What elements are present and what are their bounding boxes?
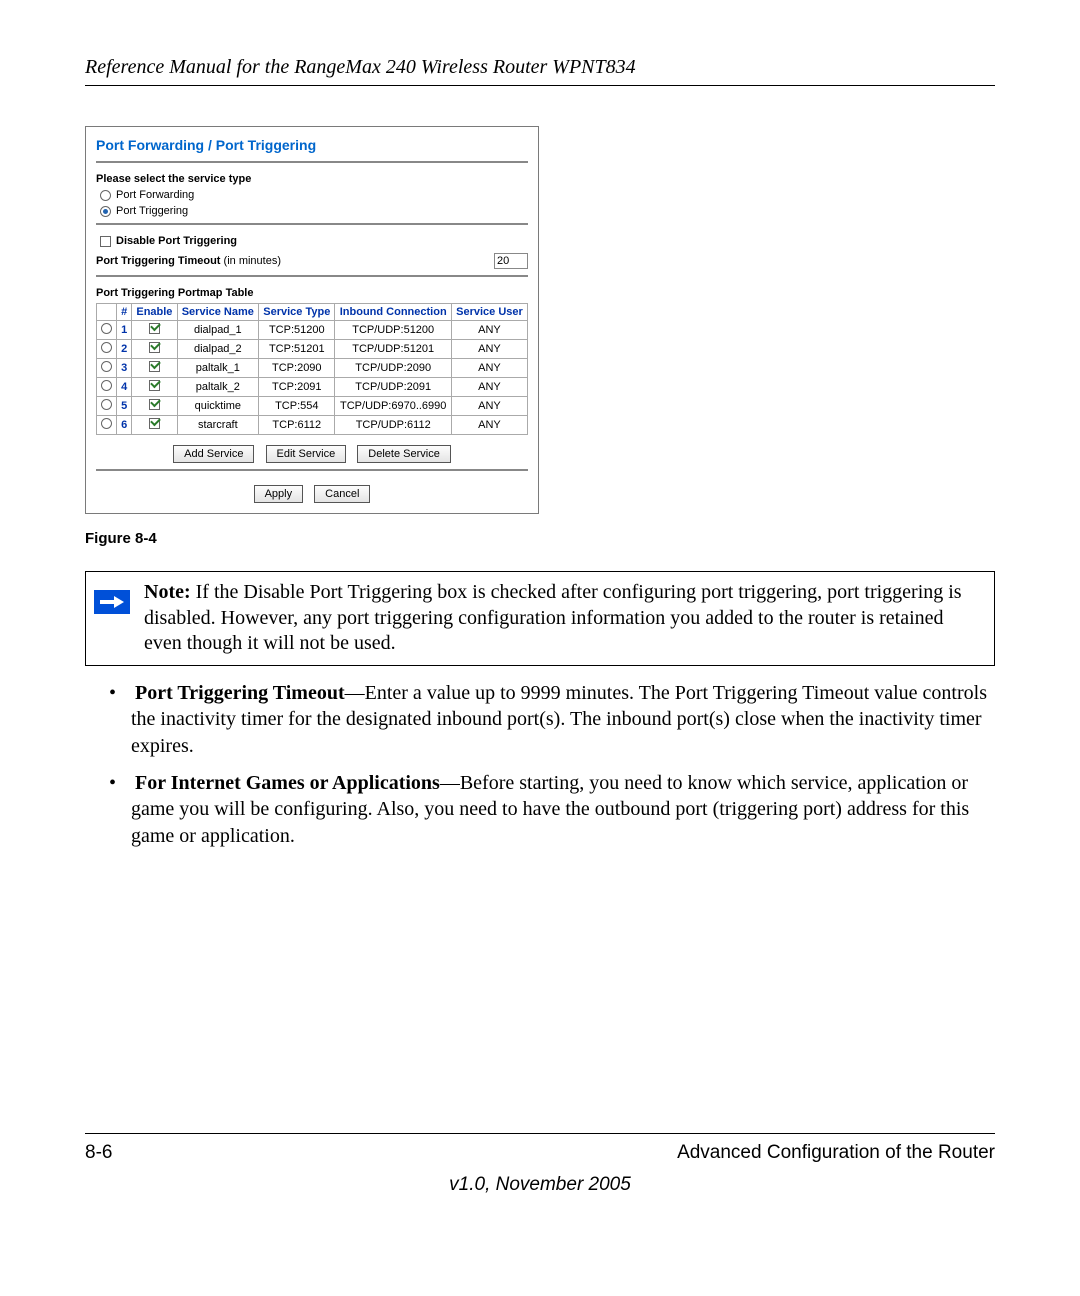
radio-port-forwarding[interactable]	[100, 190, 111, 201]
row-service-name: dialpad_1	[177, 321, 259, 340]
timeout-input[interactable]	[494, 253, 528, 269]
row-inbound: TCP/UDP:51201	[335, 340, 451, 359]
col-num: #	[117, 304, 132, 321]
row-inbound: TCP/UDP:2091	[335, 378, 451, 397]
row-num: 4	[117, 378, 132, 397]
row-enable-checkbox[interactable]	[149, 323, 160, 334]
row-select-radio[interactable]	[101, 342, 112, 353]
row-enable-checkbox[interactable]	[149, 342, 160, 353]
service-button-row: Add Service Edit Service Delete Service	[96, 445, 528, 463]
header-rule	[85, 85, 995, 86]
row-service-type: TCP:2091	[259, 378, 335, 397]
note-text: Note: If the Disable Port Triggering box…	[138, 572, 994, 665]
row-enable-checkbox[interactable]	[149, 399, 160, 410]
row-num: 1	[117, 321, 132, 340]
row-num: 2	[117, 340, 132, 359]
footer-rule	[85, 1133, 995, 1134]
router-ui-screenshot: Port Forwarding / Port Triggering Please…	[85, 126, 539, 514]
screenshot-divider-2	[96, 223, 528, 225]
footer-page-number: 8-6	[85, 1142, 112, 1164]
row-user: ANY	[451, 416, 527, 435]
col-select	[97, 304, 117, 321]
table-row: 6 starcraftTCP:6112TCP/UDP:6112ANY	[97, 416, 528, 435]
note-box: Note: If the Disable Port Triggering box…	[85, 571, 995, 666]
row-service-type: TCP:51200	[259, 321, 335, 340]
row-service-name: starcraft	[177, 416, 259, 435]
row-inbound: TCP/UDP:2090	[335, 359, 451, 378]
screenshot-divider-1	[96, 161, 528, 163]
screenshot-title: Port Forwarding / Port Triggering	[96, 137, 528, 153]
table-row: 4 paltalk_2TCP:2091TCP/UDP:2091ANY	[97, 378, 528, 397]
radio-port-triggering[interactable]	[100, 206, 111, 217]
row-select-radio[interactable]	[101, 399, 112, 410]
screenshot-divider-4	[96, 469, 528, 471]
row-service-type: TCP:6112	[259, 416, 335, 435]
col-service-name: Service Name	[177, 304, 259, 321]
row-select-radio[interactable]	[101, 380, 112, 391]
note-arrow-icon	[94, 590, 130, 614]
row-user: ANY	[451, 359, 527, 378]
col-enable: Enable	[132, 304, 177, 321]
row-select-radio[interactable]	[101, 418, 112, 429]
service-type-label: Please select the service type	[96, 173, 528, 185]
radio-port-triggering-label: Port Triggering	[116, 205, 188, 217]
row-service-name: dialpad_2	[177, 340, 259, 359]
row-select-radio[interactable]	[101, 323, 112, 334]
row-enable-checkbox[interactable]	[149, 418, 160, 429]
apply-button[interactable]: Apply	[254, 485, 304, 503]
row-service-name: paltalk_1	[177, 359, 259, 378]
footer-section: Advanced Configuration of the Router	[677, 1142, 995, 1164]
table-row: 1 dialpad_1TCP:51200TCP/UDP:51200ANY	[97, 321, 528, 340]
portmap-table-title: Port Triggering Portmap Table	[96, 287, 528, 299]
bullet-timeout: Port Triggering Timeout—Enter a value up…	[85, 680, 995, 760]
page-header-title: Reference Manual for the RangeMax 240 Wi…	[85, 56, 995, 79]
figure-caption: Figure 8-4	[85, 530, 995, 547]
row-user: ANY	[451, 340, 527, 359]
row-inbound: TCP/UDP:6112	[335, 416, 451, 435]
apply-button-row: Apply Cancel	[96, 485, 528, 503]
row-enable-checkbox[interactable]	[149, 380, 160, 391]
disable-port-triggering-checkbox[interactable]	[100, 236, 111, 247]
row-select-radio[interactable]	[101, 361, 112, 372]
row-user: ANY	[451, 321, 527, 340]
row-service-type: TCP:554	[259, 397, 335, 416]
timeout-label: Port Triggering Timeout (in minutes)	[96, 255, 281, 267]
page-footer: 8-6 Advanced Configuration of the Router…	[85, 1133, 995, 1196]
col-service-type: Service Type	[259, 304, 335, 321]
table-row: 5 quicktimeTCP:554TCP/UDP:6970..6990ANY	[97, 397, 528, 416]
row-service-name: quicktime	[177, 397, 259, 416]
row-num: 5	[117, 397, 132, 416]
row-service-name: paltalk_2	[177, 378, 259, 397]
delete-service-button[interactable]: Delete Service	[357, 445, 451, 463]
footer-version: v1.0, November 2005	[85, 1174, 995, 1196]
edit-service-button[interactable]: Edit Service	[266, 445, 347, 463]
screenshot-divider-3	[96, 275, 528, 277]
row-service-type: TCP:51201	[259, 340, 335, 359]
col-user: Service User	[451, 304, 527, 321]
table-row: 2 dialpad_2TCP:51201TCP/UDP:51201ANY	[97, 340, 528, 359]
row-num: 6	[117, 416, 132, 435]
row-user: ANY	[451, 397, 527, 416]
cancel-button[interactable]: Cancel	[314, 485, 370, 503]
add-service-button[interactable]: Add Service	[173, 445, 254, 463]
table-row: 3 paltalk_1TCP:2090TCP/UDP:2090ANY	[97, 359, 528, 378]
row-inbound: TCP/UDP:6970..6990	[335, 397, 451, 416]
row-num: 3	[117, 359, 132, 378]
bullet-list: Port Triggering Timeout—Enter a value up…	[85, 680, 995, 850]
row-user: ANY	[451, 378, 527, 397]
row-enable-checkbox[interactable]	[149, 361, 160, 372]
disable-port-triggering-label: Disable Port Triggering	[116, 235, 237, 247]
radio-port-forwarding-label: Port Forwarding	[116, 189, 194, 201]
bullet-games: For Internet Games or Applications—Befor…	[85, 770, 995, 850]
col-inbound: Inbound Connection	[335, 304, 451, 321]
portmap-table: # Enable Service Name Service Type Inbou…	[96, 303, 528, 435]
row-service-type: TCP:2090	[259, 359, 335, 378]
row-inbound: TCP/UDP:51200	[335, 321, 451, 340]
